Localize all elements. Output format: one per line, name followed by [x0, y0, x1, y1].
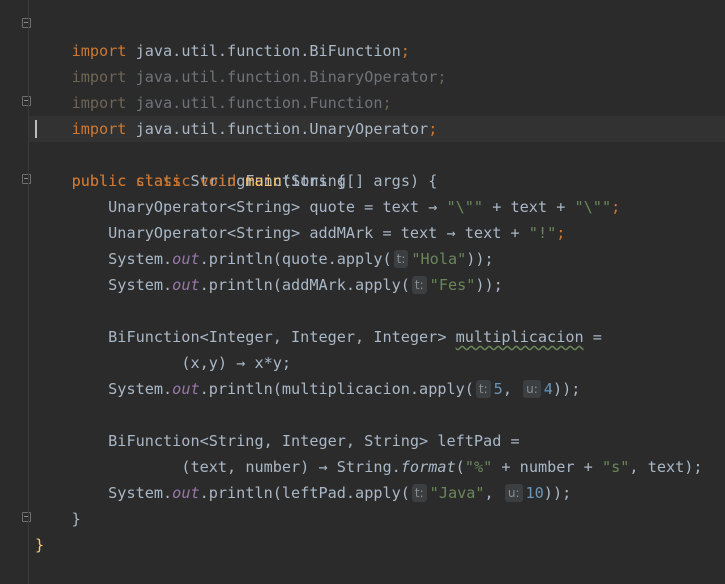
string-literal: "\""	[446, 198, 484, 216]
code-line[interactable]: import java.util.function.UnaryOperator;	[35, 90, 438, 138]
code-line-closing-brace[interactable]: }	[35, 506, 81, 532]
code-text: ,	[502, 380, 522, 398]
code-line[interactable]: System.out.println(addMArk.apply(t: "Fes"…	[35, 272, 503, 298]
code-text: UnaryOperator<String> addMArk = text	[108, 224, 447, 242]
code-line[interactable]: System.out.println(leftPad.apply(t: "Java…	[35, 480, 571, 506]
code-line[interactable]: System.out.println(quote.apply(t: "Hola")…	[35, 246, 494, 272]
method-name: main	[245, 172, 282, 190]
fold-toggle-icon[interactable]	[22, 174, 31, 184]
string-literal: "s"	[601, 458, 630, 476]
string-literal: "%"	[464, 458, 493, 476]
code-line[interactable]: import java.util.function.BiFunction;	[35, 12, 410, 60]
code-text: .println(multiplicacion.apply(	[199, 380, 474, 398]
parameter-hint: t:	[475, 380, 491, 398]
keyword: import	[71, 120, 127, 138]
code-text: =	[583, 328, 602, 346]
semicolon: ;	[437, 68, 447, 86]
string-literal: "Hola"	[411, 250, 467, 268]
code-text: BiFunction<String, Integer, String> left…	[108, 432, 520, 450]
code-text: System.	[108, 484, 173, 502]
code-text: .println(addMArk.apply(	[199, 276, 410, 294]
code-line[interactable]: BiFunction<String, Integer, String> left…	[35, 428, 520, 454]
code-text: ,	[484, 484, 503, 502]
keyword: void	[199, 172, 237, 190]
code-line[interactable]: UnaryOperator<String> addMArk = text → t…	[35, 220, 565, 246]
string-literal: "Fes"	[429, 276, 476, 294]
code-text: ));	[475, 276, 503, 294]
gutter	[0, 0, 31, 584]
code-text: BiFunction<Integer, Integer, Integer>	[108, 328, 456, 346]
static-field: out	[172, 380, 200, 398]
parameter-hint: u:	[523, 380, 541, 398]
static-field: out	[172, 276, 200, 294]
parameter-hint: t:	[411, 484, 427, 502]
code-line[interactable]: (x,y) → x*y;	[35, 350, 291, 376]
code-text: text +	[455, 224, 529, 242]
code-text: ));	[552, 380, 581, 398]
semicolon: ;	[428, 120, 438, 138]
code-text: .println(leftPad.apply(	[199, 484, 410, 502]
static-method: format	[400, 458, 456, 476]
code-text: (text, number)	[181, 458, 319, 476]
code-text: System.	[108, 250, 173, 268]
arrow-operator: →	[428, 198, 438, 216]
keyword: public	[71, 172, 127, 190]
code-text: System.	[108, 380, 173, 398]
code-line-unused-import[interactable]: import java.util.function.BinaryOperator…	[35, 38, 447, 86]
string-literal: "!"	[528, 224, 557, 242]
code-text: String.	[327, 458, 401, 476]
semicolon: ;	[611, 198, 621, 216]
number-literal: 5	[493, 380, 503, 398]
code-text: + text +	[483, 198, 575, 216]
static-field: out	[172, 250, 200, 268]
keyword: static	[135, 172, 191, 190]
arrow-operator: →	[236, 354, 246, 372]
static-field: out	[172, 484, 200, 502]
code-text: + number +	[492, 458, 602, 476]
code-line[interactable]: (text, number) → String.format("%" + num…	[35, 454, 703, 480]
variable-name: multiplicacion	[455, 328, 584, 346]
code-line-class-declaration[interactable]: public class StringFunctions {	[35, 142, 346, 190]
arrow-operator: →	[318, 458, 328, 476]
parameter-hint: u:	[504, 484, 523, 502]
code-text: , text);	[629, 458, 703, 476]
number-literal: 4	[543, 380, 553, 398]
brace: }	[35, 536, 45, 554]
code-text: ));	[466, 250, 494, 268]
fold-toggle-icon[interactable]	[22, 96, 31, 106]
code-line[interactable]: System.out.println(multiplicacion.apply(…	[35, 376, 580, 402]
code-text: (	[455, 458, 465, 476]
code-line[interactable]: UnaryOperator<String> quote = text → "\"…	[35, 194, 620, 220]
brace: }	[71, 510, 81, 528]
string-literal: "\""	[574, 198, 612, 216]
semicolon: ;	[556, 224, 566, 242]
fold-toggle-icon[interactable]	[22, 18, 31, 28]
code-text: .println(quote.apply(	[199, 250, 392, 268]
code-line[interactable]: BiFunction<Integer, Integer, Integer> mu…	[35, 324, 602, 350]
code-text: (x,y)	[181, 354, 237, 372]
fold-toggle-icon[interactable]	[22, 512, 31, 522]
import-path: java.util.function.UnaryOperator	[135, 120, 429, 138]
method-params: (String[] args) {	[281, 172, 438, 190]
code-line-method-declaration[interactable]: public static void main(String[] args) {	[35, 168, 438, 194]
code-text: x*y;	[245, 354, 292, 372]
number-literal: 10	[525, 484, 544, 502]
arrow-operator: →	[446, 224, 456, 242]
parameter-hint: t:	[411, 276, 427, 294]
code-line-unused-import[interactable]: import java.util.function.Function;	[35, 64, 392, 112]
code-text: ));	[543, 484, 572, 502]
parameter-hint: t:	[393, 250, 409, 268]
gutter-separator	[28, 0, 29, 584]
code-text: System.	[108, 276, 173, 294]
code-text: UnaryOperator<String> quote = text	[108, 198, 429, 216]
code-editor[interactable]: import java.util.function.BiFunction; im…	[0, 0, 725, 584]
string-literal: "Java"	[429, 484, 485, 502]
code-line-closing-brace[interactable]: }	[35, 532, 44, 558]
